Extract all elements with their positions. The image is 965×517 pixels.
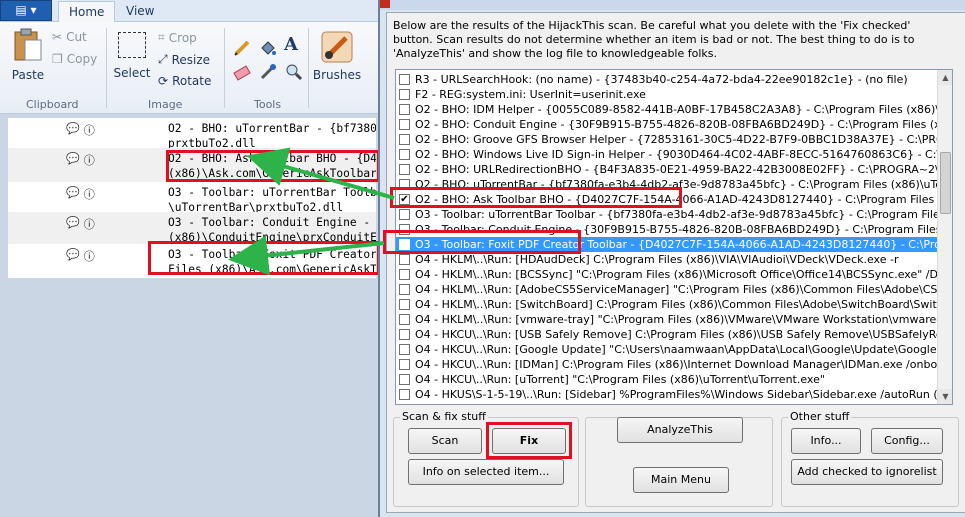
green-arrow-1 [246, 147, 395, 200]
annotation-arrows [228, 147, 395, 276]
green-arrow-2 [228, 235, 385, 276]
